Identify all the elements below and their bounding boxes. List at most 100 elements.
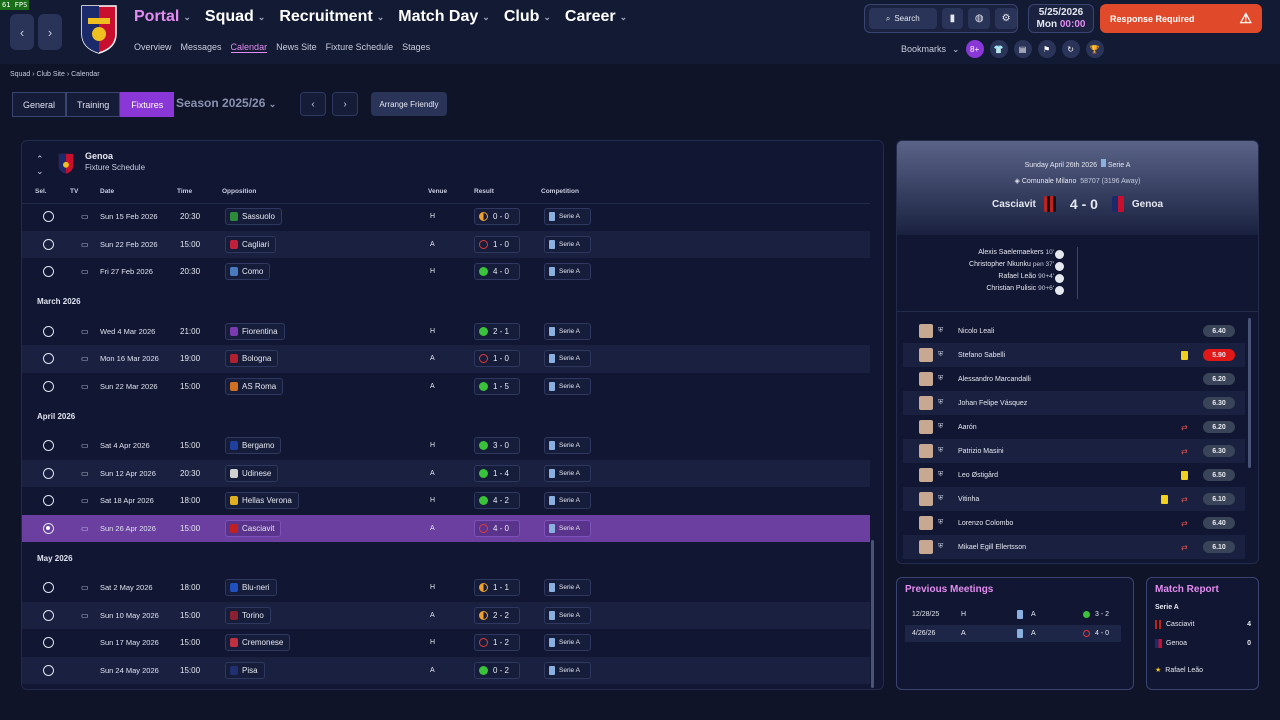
settings-button[interactable]: ⚙ [995,8,1017,29]
search-button[interactable]: ⌕ Search [869,8,937,29]
forward-button[interactable]: › [38,14,62,50]
tab-fixtures[interactable]: Fixtures [120,92,175,117]
goal-scorer[interactable]: Rafael Leão 90+4' [998,273,1054,280]
col-time[interactable]: Time [177,188,192,195]
notes-button[interactable]: ▮ [941,8,964,29]
col-date[interactable]: Date [100,188,114,195]
menu-portal[interactable]: Portal ⌄ [134,8,191,26]
select-radio[interactable] [43,266,54,278]
opposition-button[interactable]: Hellas Verona [225,492,299,510]
competition-button[interactable]: Serie A [544,322,591,340]
player-row[interactable]: ⛨ Patrizio Masini ⇄ 6.30 [903,439,1245,463]
fixture-row[interactable]: ▭ Sun 22 Feb 2026 15:00 Cagliari A 1 - 0 Serie… [22,230,870,258]
player-scrollbar[interactable] [1248,318,1251,468]
competition-button[interactable]: Serie A [544,579,591,597]
menu-career[interactable]: Career ⌄ [565,8,627,26]
goal-scorer[interactable]: Alexis Saelemaekers 10' [978,249,1054,256]
previous-meeting-row[interactable]: 4/26/26 A A 4 - 0 [905,625,1121,642]
tactics-icon[interactable]: ⚑ [1037,40,1056,58]
breadcrumb-club-site[interactable]: Club Site [36,71,64,78]
col-competition[interactable]: Competition [541,188,579,195]
response-required-button[interactable]: Response Required ⚠ [1100,4,1262,33]
opposition-button[interactable]: Casciavit [225,519,282,537]
back-button[interactable]: ‹ [10,14,34,50]
competition-button[interactable]: Serie A [544,263,591,281]
select-radio[interactable] [43,380,54,392]
player-row[interactable]: ⛨ Lorenzo Colombo ⇄ 6.40 [903,511,1245,535]
fixture-row[interactable]: ▭ Sun 22 Mar 2026 15:00 AS Roma A 1 - 5 Serie … [22,373,870,401]
menu-squad[interactable]: Squad ⌄ [205,8,265,26]
player-row[interactable]: ⛨ Johan Felipe Vásquez 6.30 [903,391,1245,415]
result-button[interactable]: 0 - 0 [474,208,520,226]
fixtures-scrollbar[interactable] [871,540,874,688]
home-team[interactable]: Casciavit [992,199,1036,210]
previous-meeting-row[interactable]: 12/28/25 H A 3 - 2 [905,606,1121,623]
player-row[interactable]: ⛨ Nicolo Leali 6.40 [903,319,1245,343]
opposition-button[interactable]: Bergamo [225,437,282,455]
fixture-row[interactable]: ▭ Sun 26 Apr 2026 15:00 Casciavit A 4 - 0 Seri… [22,514,870,542]
match-report-title[interactable]: Match Report [1155,584,1219,595]
result-button[interactable]: 4 - 2 [474,492,520,510]
next-button[interactable]: › [332,92,358,116]
breadcrumb-squad[interactable]: Squad [10,71,30,78]
goal-scorer[interactable]: Christian Pulisic 90+6' [986,285,1054,292]
result-button[interactable]: 1 - 4 [474,464,520,482]
away-team[interactable]: Genoa [1132,199,1163,210]
game-date[interactable]: 5/25/2026 Mon 00:00 [1028,4,1094,33]
select-radio[interactable] [43,325,54,337]
competition-button[interactable]: Serie A [544,519,591,537]
player-row[interactable]: ⛨ Alessandro Marcandalli 6.20 [903,367,1245,391]
shirt-icon[interactable]: 👕 [989,40,1008,58]
fixture-row[interactable]: ▭ Sun 10 May 2026 15:00 Torino A 2 - 2 Serie A [22,601,870,629]
goal-scorer[interactable]: Christopher Nkunku pen 37' [969,261,1054,268]
player-row[interactable]: ⛨ Aarón ⇄ 6.20 [903,415,1245,439]
club-crest-icon[interactable] [80,4,118,54]
world-button[interactable]: ◍ [968,8,991,29]
competition-button[interactable]: Serie A [544,661,591,679]
result-button[interactable]: 2 - 1 [474,322,520,340]
select-radio[interactable] [43,495,54,507]
bookmarks-dropdown[interactable]: Bookmarks [901,44,946,54]
opposition-button[interactable]: Sassuolo [225,208,282,226]
result-button[interactable]: 0 - 2 [474,661,520,679]
opposition-button[interactable]: Udinese [225,464,279,482]
competition-button[interactable]: Serie A [544,235,591,253]
submenu-fixture-schedule[interactable]: Fixture Schedule [326,42,394,53]
previous-meetings-title[interactable]: Previous Meetings [905,584,993,595]
result-button[interactable]: 1 - 2 [474,634,520,652]
col-tv[interactable]: TV [70,188,78,195]
col-venue[interactable]: Venue [428,188,447,195]
col-result[interactable]: Result [474,188,494,195]
clipboard-icon[interactable]: ▤ [1013,40,1032,58]
fixture-row[interactable]: Sun 17 May 2026 15:00 Cremonese H 1 - 2 Serie… [22,629,870,657]
result-button[interactable]: 3 - 0 [474,437,520,455]
opposition-button[interactable]: Pisa [225,661,265,679]
fixture-row[interactable]: ▭ Fri 27 Feb 2026 20:30 Como H 4 - 0 Serie A [22,258,870,286]
select-radio[interactable] [43,637,54,649]
player-row[interactable]: ⛨ Leo Østigård 6.50 [903,463,1245,487]
col-opposition[interactable]: Opposition [222,188,256,195]
competition-button[interactable]: Serie A [544,492,591,510]
competition-button[interactable]: Serie A [544,464,591,482]
menu-match-day[interactable]: Match Day ⌄ [398,8,490,26]
bookmark-badge-icon[interactable]: 8+ [965,40,984,58]
fixture-row[interactable]: ▭ Sat 18 Apr 2026 18:00 Hellas Verona H 4 - 2… [22,487,870,515]
select-radio[interactable] [43,664,54,676]
fixture-row[interactable]: Sun 24 May 2026 15:00 Pisa A 0 - 2 Serie A [22,656,870,684]
tab-training[interactable]: Training [66,92,121,117]
opposition-button[interactable]: Como [225,263,271,281]
result-button[interactable]: 1 - 0 [474,350,520,368]
tab-general[interactable]: General [12,92,67,117]
submenu-calendar[interactable]: Calendar [230,42,268,53]
submenu-stages[interactable]: Stages [402,42,430,53]
fixture-row[interactable]: ▭ Sun 15 Feb 2026 20:30 Sassuolo H 0 - 0 Serie… [22,203,870,231]
competition-button[interactable]: Serie A [544,377,591,395]
select-radio[interactable] [43,609,54,621]
fixture-row[interactable]: ▭ Sat 2 May 2026 18:00 Blu-neri H 1 - 1 Serie … [22,574,870,602]
submenu-overview[interactable]: Overview [134,42,172,53]
result-button[interactable]: 4 - 0 [474,519,520,537]
player-row[interactable]: ⛨ Stefano Sabelli 5.90 [903,343,1245,367]
fixture-row[interactable]: ▭ Sun 12 Apr 2026 20:30 Udinese A 1 - 4 Serie … [22,459,870,487]
result-button[interactable]: 1 - 5 [474,377,520,395]
select-radio[interactable] [43,353,54,365]
